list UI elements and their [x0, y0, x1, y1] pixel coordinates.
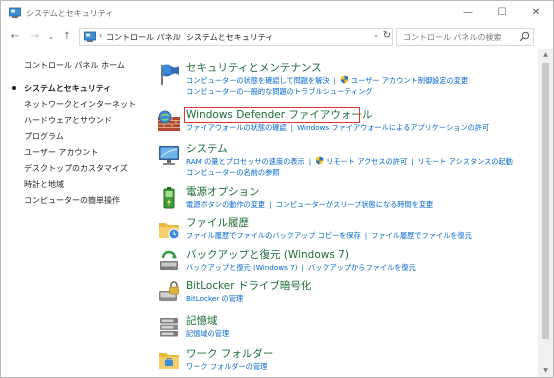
chevron-right-icon: ›	[99, 31, 103, 40]
refresh-icon[interactable]: ↻	[380, 29, 394, 43]
current-bullet	[12, 86, 16, 90]
sidebar-item-system-security[interactable]: システムとセキュリティ	[24, 83, 111, 94]
link-power-button[interactable]: 電源ボタンの動作の変更	[186, 200, 265, 209]
link-ram-processor[interactable]: RAM の量とプロセッサの速度の表示	[186, 157, 305, 166]
navigation-bar: ← → ⌄ ↑ › コントロール パネル › システムとセキュリティ ⌄ ↻ コ…	[1, 25, 553, 49]
separator: |	[411, 157, 414, 166]
sidebar-item-clock-region[interactable]: 時計と地域	[24, 179, 64, 190]
link-restore-files[interactable]: ファイル履歴でファイルを復元	[371, 231, 472, 240]
firewall-brick-icon	[158, 110, 180, 131]
monitor-icon	[159, 146, 179, 165]
flag-icon	[161, 64, 179, 85]
window-title: システムとセキュリティ	[26, 9, 114, 18]
sidebar-item-desktop[interactable]: デスクトップのカスタマイズ	[24, 163, 128, 174]
storage-icon	[160, 318, 178, 337]
category-title[interactable]: セキュリティとメンテナンス	[186, 60, 322, 75]
close-button[interactable]: ✕	[519, 1, 553, 25]
up-button[interactable]: ↑	[61, 30, 73, 44]
link-backup-copy[interactable]: ファイル履歴でファイルのバックアップ コピーを保存	[186, 231, 361, 240]
link-uac-settings[interactable]: ユーザー アカウント制御設定の変更	[351, 76, 468, 85]
sidebar-item-user-accounts[interactable]: ユーザー アカウント	[24, 147, 98, 158]
control-panel-icon	[84, 31, 96, 42]
scroll-down-arrow[interactable]: ▼	[538, 365, 553, 377]
main-content: セキュリティとメンテナンス コンピューターの状態を確認して問題を解決 | ユーザー …	[151, 49, 535, 377]
drive-lock-icon	[159, 281, 179, 301]
category-title[interactable]: 記憶域	[186, 313, 218, 328]
category-title[interactable]: ファイル履歴	[186, 215, 249, 230]
work-folder-icon	[159, 353, 179, 369]
category-links: 電源ボタンの動作の変更 | コンピューターがスリープ状態になる時間を変更	[186, 199, 433, 210]
search-icon	[519, 31, 530, 42]
category-title[interactable]: ワーク フォルダー	[186, 346, 273, 361]
link-sleep-time[interactable]: コンピューターがスリープ状態になる時間を変更	[276, 200, 434, 209]
breadcrumb-system-security[interactable]: システムとセキュリティ	[186, 32, 273, 43]
link-check-status[interactable]: コンピューターの状態を確認して問題を解決	[186, 76, 330, 85]
left-nav: コントロール パネル ホーム システムとセキュリティ ネットワークとインターネッ…	[1, 49, 151, 369]
category-links: コンピューターの状態を確認して問題を解決 | ユーザー アカウント制御設定の変更 コ…	[186, 75, 468, 97]
control-panel-window: システムとセキュリティ — ☐ ✕ ← → ⌄ ↑ › コントロール パネル ›…	[0, 0, 554, 378]
link-bitlocker-manage[interactable]: BitLocker の管理	[186, 294, 243, 303]
category-title[interactable]: バックアップと復元 (Windows 7)	[186, 247, 349, 262]
category-links: ワーク フォルダーの管理	[186, 361, 267, 372]
separator: |	[364, 231, 368, 240]
link-firewall-status[interactable]: ファイアウォールの状態の確認	[186, 123, 287, 132]
chevron-down-icon[interactable]: ⌄	[373, 31, 379, 39]
scroll-thumb[interactable]	[542, 63, 549, 339]
breadcrumb-control-panel[interactable]: コントロール パネル	[106, 32, 181, 43]
recent-locations-button[interactable]: ⌄	[45, 30, 57, 44]
sidebar-item-hardware[interactable]: ハードウェアとサウンド	[24, 115, 112, 126]
category-links: ファイアウォールの状態の確認 | Windows ファイアウォールによるアプリケーシ…	[186, 122, 489, 133]
link-storage-manage[interactable]: 記憶域の管理	[186, 329, 229, 338]
minimize-button[interactable]: —	[451, 1, 485, 25]
battery-icon	[163, 187, 175, 209]
link-troubleshoot[interactable]: コンピューターの一般的な問題のトラブルシューティング	[186, 87, 372, 96]
sidebar-item-home[interactable]: コントロール パネル ホーム	[24, 60, 125, 71]
category-title[interactable]: BitLocker ドライブ暗号化	[186, 278, 311, 293]
chevron-right-icon: ›	[178, 31, 182, 40]
link-remote-assistance[interactable]: リモート アシスタンスの起動	[418, 157, 513, 166]
search-placeholder: コントロール パネルの検索	[403, 33, 502, 42]
control-panel-icon	[9, 7, 21, 18]
separator: |	[301, 263, 304, 272]
sidebar-item-network[interactable]: ネットワークとインターネット	[24, 99, 136, 110]
sidebar-item-ease-of-access[interactable]: コンピューターの簡単操作	[24, 195, 120, 206]
folder-clock-icon	[159, 223, 180, 240]
backup-icon	[160, 250, 178, 270]
vertical-scrollbar[interactable]: ▲ ▼	[538, 49, 553, 377]
category-links: ファイル履歴でファイルのバックアップ コピーを保存 | ファイル履歴でファイルを復元	[186, 230, 472, 241]
link-restore-from-backup[interactable]: バックアップからファイルを復元	[308, 263, 416, 272]
category-title[interactable]: 電源オプション	[186, 184, 260, 199]
firewall-highlight-box	[184, 107, 360, 123]
category-links: RAM の量とプロセッサの速度の表示 | リモート アクセスの許可 | リモート アシス…	[186, 156, 513, 178]
separator: |	[290, 123, 294, 132]
separator: |	[333, 76, 336, 85]
link-backup-restore-win7[interactable]: バックアップと復元 (Windows 7)	[186, 263, 298, 272]
separator: |	[308, 157, 312, 166]
link-allow-app[interactable]: Windows ファイアウォールによるアプリケーションの許可	[297, 123, 489, 132]
shield-uac-icon	[340, 75, 349, 84]
link-computer-name[interactable]: コンピューターの名前の参照	[186, 168, 279, 177]
category-links: バックアップと復元 (Windows 7) | バックアップからファイルを復元	[186, 262, 416, 273]
scroll-up-arrow[interactable]: ▲	[538, 49, 553, 61]
search-input[interactable]: コントロール パネルの検索	[396, 28, 534, 46]
back-button[interactable]: ←	[9, 30, 21, 44]
category-links: 記憶域の管理	[186, 328, 229, 339]
link-work-folders-manage[interactable]: ワーク フォルダーの管理	[186, 362, 267, 371]
shield-uac-icon	[316, 156, 324, 165]
separator: |	[269, 200, 272, 209]
forward-button[interactable]: →	[29, 30, 41, 44]
title-bar: システムとセキュリティ — ☐ ✕	[1, 1, 553, 25]
address-bar[interactable]: › コントロール パネル › システムとセキュリティ ⌄	[79, 28, 393, 46]
category-links: BitLocker の管理	[186, 293, 243, 304]
maximize-button[interactable]: ☐	[485, 1, 519, 25]
category-title[interactable]: システム	[186, 141, 228, 156]
sidebar-item-programs[interactable]: プログラム	[24, 131, 64, 142]
link-remote-access[interactable]: リモート アクセスの許可	[326, 157, 407, 166]
